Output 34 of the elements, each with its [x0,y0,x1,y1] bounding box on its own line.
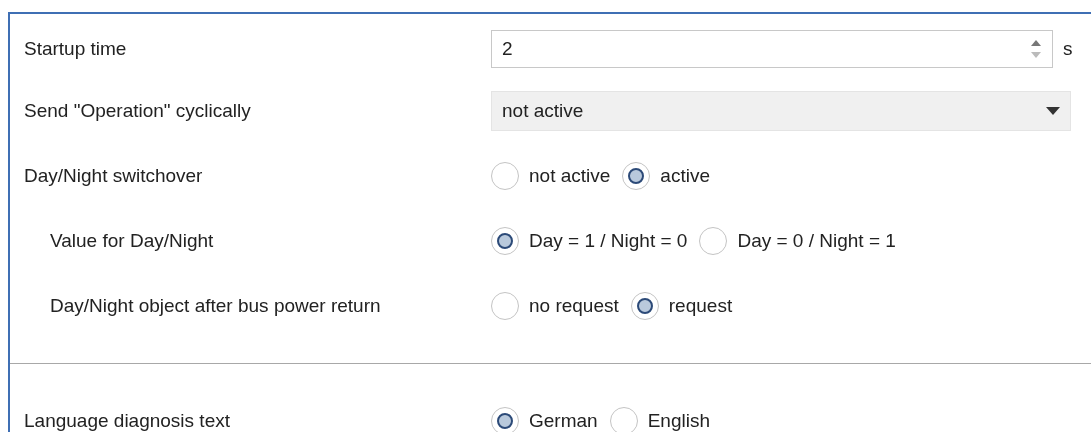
radio-option[interactable]: German [491,406,598,432]
radio-button[interactable] [622,161,651,190]
option-label: not active [529,164,611,187]
radio-option[interactable]: request [630,291,733,320]
option-label: active [660,164,710,187]
setting-label: Send "Operation" cyclically [23,99,252,122]
radio-option[interactable]: active [622,161,710,190]
option-label: Day = 0 / Night = 1 [737,229,896,252]
caret-icon [1046,106,1060,115]
option-label: English [647,409,710,432]
radio-button[interactable] [491,226,519,255]
radio-button[interactable] [630,291,659,320]
radio-button[interactable] [699,226,728,255]
setting-label: Day/Night switchover [23,164,204,187]
setting-label: Day/Night object after bus power return [49,294,382,317]
radio-button[interactable] [491,406,519,432]
radio-button[interactable] [491,161,519,190]
radio-option[interactable]: not active [491,161,611,190]
radio-option[interactable]: English [609,406,710,432]
radio-option[interactable]: no request [491,291,619,320]
dropdown[interactable]: not active [491,90,1071,131]
radio-button[interactable] [609,406,638,432]
option-label: German [529,409,598,432]
option-label: request [668,294,733,317]
radio-option[interactable]: Day = 0 / Night = 1 [699,226,896,255]
option-label: Day = 1 / Night = 0 [529,229,688,252]
setting-label: Language diagnosis text [23,409,231,432]
option-label: no request [529,294,619,317]
radio-option[interactable]: Day = 1 / Night = 0 [491,226,688,255]
unit-label: s [1063,38,1073,60]
setting-label: Startup time [23,38,128,60]
setting-label: Value for Day/Night [49,229,215,252]
number-field[interactable]: 2 [491,30,1053,68]
radio-button[interactable] [491,291,519,320]
